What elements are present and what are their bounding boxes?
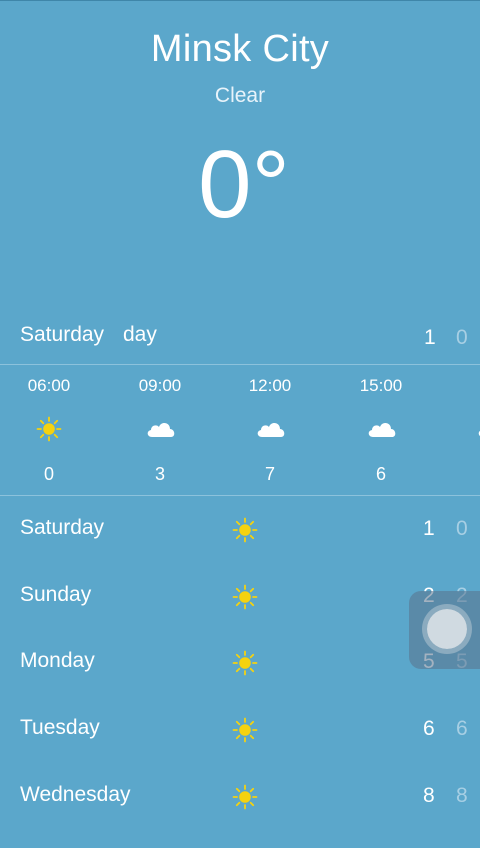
current-condition: Clear — [214, 84, 266, 107]
day-high: 8 — [423, 784, 435, 807]
sun-icon — [232, 517, 258, 543]
sun-icon — [36, 416, 62, 442]
cloud-icon — [147, 423, 175, 437]
day-name: Wednesday — [20, 783, 131, 806]
day-low: 6 — [456, 717, 468, 740]
hour-time: 15:00 — [359, 376, 403, 395]
today-low: 0 — [456, 326, 468, 349]
sun-icon — [232, 584, 258, 610]
day-low: 0 — [456, 517, 468, 540]
hour-temp: 0 — [43, 464, 54, 484]
hour-time: 18 — [456, 376, 480, 396]
daily-row: Tuesday 6 6 — [0, 697, 480, 763]
hour-temp: 7 — [264, 464, 275, 484]
today-summary: Saturday day 1 0 — [0, 318, 480, 354]
divider — [0, 364, 480, 365]
day-high: 6 — [423, 717, 435, 740]
sun-icon — [232, 717, 258, 743]
today-day: Saturday — [20, 323, 105, 346]
daily-row: Saturday 1 0 — [0, 497, 480, 563]
day-name: Sunday — [20, 583, 92, 606]
today-high: 1 — [424, 326, 436, 349]
sun-icon — [232, 650, 258, 676]
assistive-touch-dot — [427, 609, 467, 649]
day-name: Tuesday — [20, 716, 100, 739]
cloud-icon — [368, 423, 396, 437]
day-name: Saturday — [20, 516, 105, 539]
daily-row: Sunday 2 2 — [0, 564, 480, 630]
hour-time: 12:00 — [248, 376, 292, 395]
hour-temp: 6 — [375, 464, 386, 484]
day-low: 8 — [456, 784, 468, 807]
daily-row: Monday 5 5 — [0, 630, 480, 696]
day-name: Monday — [20, 649, 95, 672]
hour-time: 09:00 — [138, 376, 182, 395]
cloud-icon — [478, 430, 480, 437]
assistive-touch-button[interactable] — [409, 591, 480, 669]
today-label: day — [123, 323, 157, 346]
hour-time: 06:00 — [27, 376, 71, 395]
city-name: Minsk City — [150, 28, 330, 70]
hourly-forecast[interactable]: 06:00 0 09:00 3 12:00 7 15:00 6 — [0, 366, 480, 494]
divider — [0, 495, 480, 496]
day-high: 1 — [423, 517, 435, 540]
current-temperature: 0° — [198, 131, 290, 238]
cloud-icon — [257, 423, 285, 437]
daily-row: Wednesday 8 8 — [0, 764, 480, 830]
hour-temp: 3 — [154, 464, 165, 484]
sun-icon — [232, 784, 258, 810]
top-edge-line — [0, 0, 480, 1]
